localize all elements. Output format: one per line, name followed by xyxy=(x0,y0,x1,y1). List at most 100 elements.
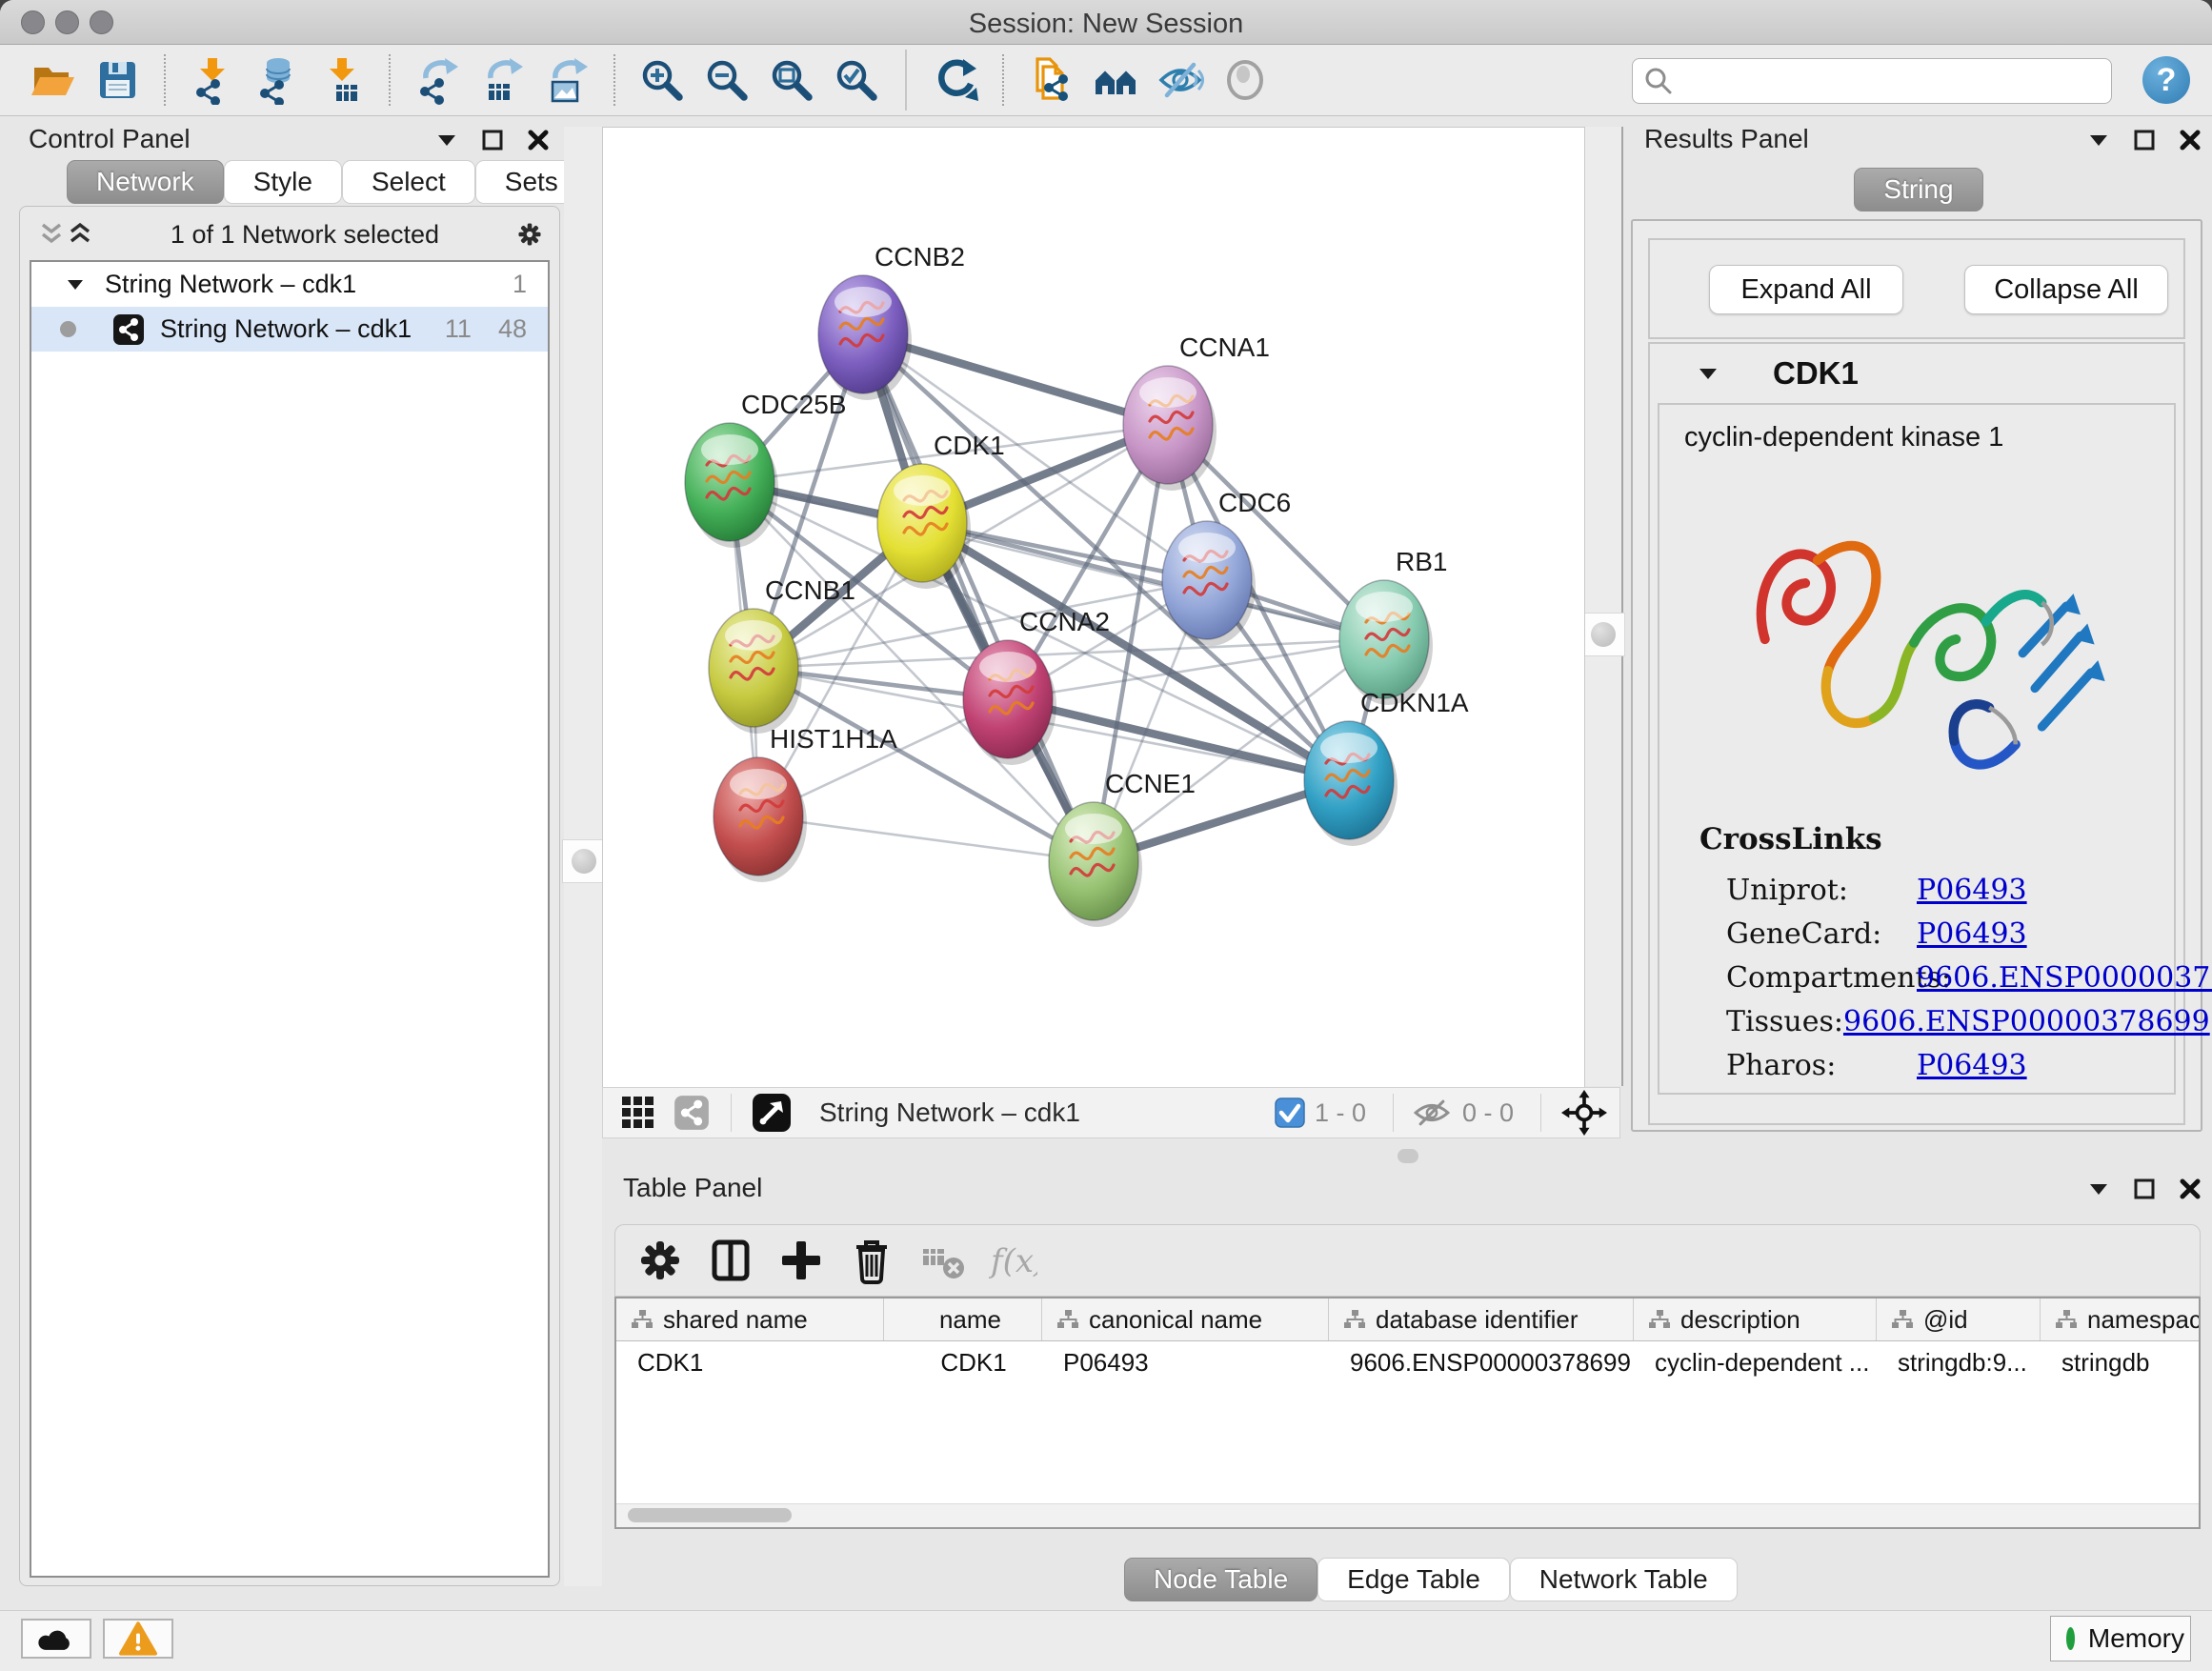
entry-collapse-icon[interactable] xyxy=(1699,368,1718,380)
node-CCNE1[interactable]: CCNE1 xyxy=(1049,769,1196,927)
export-image-icon[interactable] xyxy=(539,50,594,110)
window-title: Session: New Session xyxy=(0,9,2212,40)
import-network-from-database-icon[interactable] xyxy=(250,50,305,110)
network-collection-row[interactable]: String Network – cdk1 1 xyxy=(31,262,548,307)
table-horizontal-scrollbar[interactable] xyxy=(616,1503,2199,1527)
node-RB1[interactable]: RB1 xyxy=(1339,547,1447,705)
help-icon[interactable]: ? xyxy=(2142,56,2190,104)
warning-status-icon[interactable] xyxy=(103,1619,173,1659)
memory-button[interactable]: Memory xyxy=(2050,1616,2191,1661)
column-header-namespac[interactable]: namespac xyxy=(2041,1299,2201,1340)
table-cell[interactable]: P06493 xyxy=(1042,1341,1329,1383)
hide-selected-icon[interactable] xyxy=(1153,50,1208,110)
string-home-icon[interactable] xyxy=(1088,50,1143,110)
collapse-all-networks-icon[interactable] xyxy=(37,220,66,249)
crosslink-label: Compartments: xyxy=(1726,961,1917,1005)
export-network-icon[interactable] xyxy=(410,50,465,110)
column-header--id[interactable]: @id xyxy=(1877,1299,2041,1340)
expand-all-networks-icon[interactable] xyxy=(66,220,94,249)
node-HIST1H1A[interactable]: HIST1H1A xyxy=(714,724,897,882)
open-session-icon[interactable] xyxy=(25,50,80,110)
network-view-icon[interactable] xyxy=(670,1091,714,1135)
add-column-icon[interactable] xyxy=(774,1232,829,1289)
column-header-database-identifier[interactable]: database identifier xyxy=(1329,1299,1634,1340)
show-columns-icon[interactable] xyxy=(703,1232,758,1289)
table-panel-close-icon[interactable] xyxy=(2176,1175,2204,1203)
search-box[interactable] xyxy=(1632,58,2112,104)
network-graph[interactable]: CCNB2 CCNA1 CDC25B CDK1 CDC6 RB1 CCNB1 xyxy=(603,128,1584,1087)
crosslink-link[interactable]: 9606.ENSP00000378699 xyxy=(1917,961,2212,1005)
tab-select[interactable]: Select xyxy=(342,160,475,204)
node-CDC6[interactable]: CDC6 xyxy=(1162,488,1291,646)
expand-all-button[interactable]: Expand All xyxy=(1709,265,1903,314)
collapse-all-button[interactable]: Collapse All xyxy=(1964,265,2168,314)
search-input[interactable] xyxy=(1682,66,2111,97)
column-header-description[interactable]: description xyxy=(1634,1299,1877,1340)
cloud-status-icon[interactable] xyxy=(21,1619,91,1659)
zoom-out-icon[interactable] xyxy=(699,50,754,110)
table-panel-menu-icon[interactable] xyxy=(2084,1175,2113,1203)
node-CDKN1A[interactable]: CDKN1A xyxy=(1304,688,1469,846)
delete-column-icon[interactable] xyxy=(844,1232,899,1289)
crosslink-link[interactable]: 9606.ENSP00000378699 xyxy=(1843,1005,2210,1049)
node-CCNB2[interactable]: CCNB2 xyxy=(818,242,965,400)
left-splitter-handle[interactable] xyxy=(562,839,606,883)
column-header-shared-name[interactable]: shared name xyxy=(616,1299,884,1340)
selected-nodes-checkbox[interactable] xyxy=(1275,1097,1305,1128)
table-row[interactable]: CDK1CDK1P064939606.ENSP00000378699cyclin… xyxy=(616,1341,2199,1383)
tab-network-table[interactable]: Network Table xyxy=(1510,1558,1738,1601)
control-panel-close-icon[interactable] xyxy=(524,126,553,154)
export-table-icon[interactable] xyxy=(474,50,530,110)
results-panel-close-icon[interactable] xyxy=(2176,126,2204,154)
tab-string[interactable]: String xyxy=(1854,168,1982,211)
node-CDC25B[interactable]: CDC25B xyxy=(685,390,846,548)
tab-style[interactable]: Style xyxy=(224,160,342,204)
network-options-gear-icon[interactable] xyxy=(515,220,544,249)
tab-node-table[interactable]: Node Table xyxy=(1124,1558,1317,1601)
save-session-icon[interactable] xyxy=(90,50,145,110)
crosslink-link[interactable]: P06493 xyxy=(1917,917,2027,961)
zoom-fit-icon[interactable] xyxy=(764,50,819,110)
table-cell[interactable]: 9606.ENSP00000378699 xyxy=(1329,1341,1634,1383)
node-CCNB1[interactable]: CCNB1 xyxy=(709,575,855,734)
table-cell[interactable]: stringdb xyxy=(2041,1341,2201,1383)
birds-eye-view-icon[interactable] xyxy=(749,1090,794,1136)
table-panel-float-icon[interactable] xyxy=(2130,1175,2159,1203)
right-splitter[interactable] xyxy=(1583,127,1623,1086)
table-settings-gear-icon[interactable] xyxy=(633,1232,688,1289)
column-header-name[interactable]: name xyxy=(884,1299,1042,1340)
edge-CCNB2-CCNE1[interactable] xyxy=(863,334,1094,861)
crosslink-link[interactable]: P06493 xyxy=(1917,1049,2027,1093)
clone-network-icon[interactable] xyxy=(1023,50,1078,110)
scrollbar-thumb[interactable] xyxy=(628,1508,792,1522)
crosslink-row: Compartments:9606.ENSP00000378699 xyxy=(1726,961,2155,1005)
column-header-canonical-name[interactable]: canonical name xyxy=(1042,1299,1329,1340)
tab-network[interactable]: Network xyxy=(67,160,224,204)
grid-view-icon[interactable] xyxy=(616,1091,660,1135)
collection-expander-icon[interactable] xyxy=(68,279,84,291)
import-table-from-file-icon[interactable] xyxy=(314,50,370,110)
table-cell[interactable]: cyclin-dependent ... xyxy=(1634,1341,1877,1383)
table-cell[interactable]: CDK1 xyxy=(884,1341,1042,1383)
node-label-CDKN1A: CDKN1A xyxy=(1360,688,1469,717)
network-row[interactable]: String Network – cdk1 11 48 xyxy=(31,307,548,352)
table-cell[interactable]: stringdb:9... xyxy=(1877,1341,2041,1383)
fit-selected-crosshair-icon[interactable] xyxy=(1558,1087,1610,1138)
network-canvas[interactable]: CCNB2 CCNA1 CDC25B CDK1 CDC6 RB1 CCNB1 xyxy=(602,127,1585,1088)
table-cell[interactable]: CDK1 xyxy=(616,1341,884,1383)
results-panel-float-icon[interactable] xyxy=(2130,126,2159,154)
left-splitter[interactable] xyxy=(564,127,602,1586)
zoom-selected-icon[interactable] xyxy=(829,50,884,110)
crosslink-link[interactable]: P06493 xyxy=(1917,874,2027,917)
control-panel-menu-icon[interactable] xyxy=(432,126,461,154)
node-CCNA1[interactable]: CCNA1 xyxy=(1123,332,1270,491)
results-panel-menu-icon[interactable] xyxy=(2084,126,2113,154)
entry-header[interactable]: CDK1 xyxy=(1650,344,2183,403)
edge-CCNE1-HIST1H1A[interactable] xyxy=(758,816,1094,861)
tab-edge-table[interactable]: Edge Table xyxy=(1317,1558,1510,1601)
right-splitter-handle[interactable] xyxy=(1581,613,1625,656)
apply-layout-icon[interactable] xyxy=(928,50,983,110)
control-panel-float-icon[interactable] xyxy=(478,126,507,154)
zoom-in-icon[interactable] xyxy=(634,50,690,110)
import-network-from-file-icon[interactable] xyxy=(185,50,240,110)
